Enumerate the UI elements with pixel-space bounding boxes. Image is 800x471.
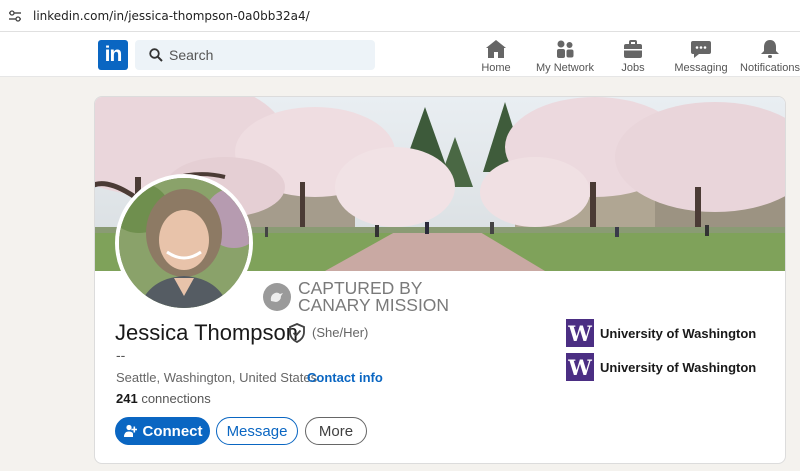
network-icon: [557, 40, 574, 58]
bird-icon: [263, 283, 291, 311]
contact-info-link[interactable]: Contact info: [307, 370, 383, 385]
tune-icon[interactable]: [8, 9, 22, 23]
nav-notifications[interactable]: Notifications: [738, 39, 800, 75]
education-item[interactable]: W University of Washington: [566, 353, 756, 381]
profile-photo-image: [119, 178, 249, 308]
profile-name: Jessica Thompson: [115, 320, 299, 345]
browser-address-bar[interactable]: linkedin.com/in/jessica-thompson-0a0bb32…: [0, 0, 800, 32]
university-logo: W: [566, 353, 594, 381]
profile-photo[interactable]: [115, 174, 253, 312]
more-button[interactable]: More: [305, 417, 367, 445]
nav-home[interactable]: Home: [478, 39, 514, 75]
add-person-icon: [123, 424, 137, 437]
nav-jobs-label: Jobs: [621, 62, 645, 74]
nav-my-network-label: My Network: [535, 62, 595, 74]
nav-home-label: Home: [481, 62, 511, 74]
nav-messaging-label: Messaging: [674, 62, 728, 74]
url-text[interactable]: linkedin.com/in/jessica-thompson-0a0bb32…: [33, 9, 310, 23]
verified-shield-icon[interactable]: [288, 323, 306, 343]
watermark-line-2: CANARY MISSION: [298, 295, 450, 315]
home-icon: [486, 40, 506, 58]
top-navigation: in Home My Network Jobs: [0, 32, 800, 77]
nav-notifications-label: Notifications: [740, 62, 800, 74]
profile-pronouns: (She/Her): [312, 325, 369, 340]
message-button[interactable]: Message: [216, 417, 298, 445]
linkedin-logo[interactable]: in: [98, 40, 128, 70]
university-logo: W: [566, 319, 594, 347]
search-bar[interactable]: [135, 40, 375, 70]
education-name: University of Washington: [600, 325, 757, 341]
education-item[interactable]: W University of Washington: [566, 319, 756, 347]
search-icon: [149, 48, 163, 62]
profile-headline: --: [116, 347, 126, 363]
nav-messaging[interactable]: Messaging: [672, 39, 730, 75]
nav-my-network[interactable]: My Network: [532, 39, 598, 75]
profile-location: Seattle, Washington, United States ·: [116, 370, 326, 385]
bell-icon: [761, 40, 779, 58]
connections-link[interactable]: 241 connections: [116, 391, 211, 406]
search-input[interactable]: [169, 40, 369, 70]
connections-count: 241: [116, 391, 138, 406]
message-icon: [691, 41, 711, 58]
connect-label: Connect: [142, 422, 203, 440]
connections-label: connections: [141, 391, 211, 406]
connect-button[interactable]: Connect: [115, 417, 210, 445]
nav-jobs[interactable]: Jobs: [614, 39, 652, 75]
canary-mission-watermark: CAPTURED BY CANARY MISSION: [263, 279, 450, 315]
briefcase-icon: [624, 40, 642, 58]
education-name: University of Washington: [600, 359, 757, 375]
